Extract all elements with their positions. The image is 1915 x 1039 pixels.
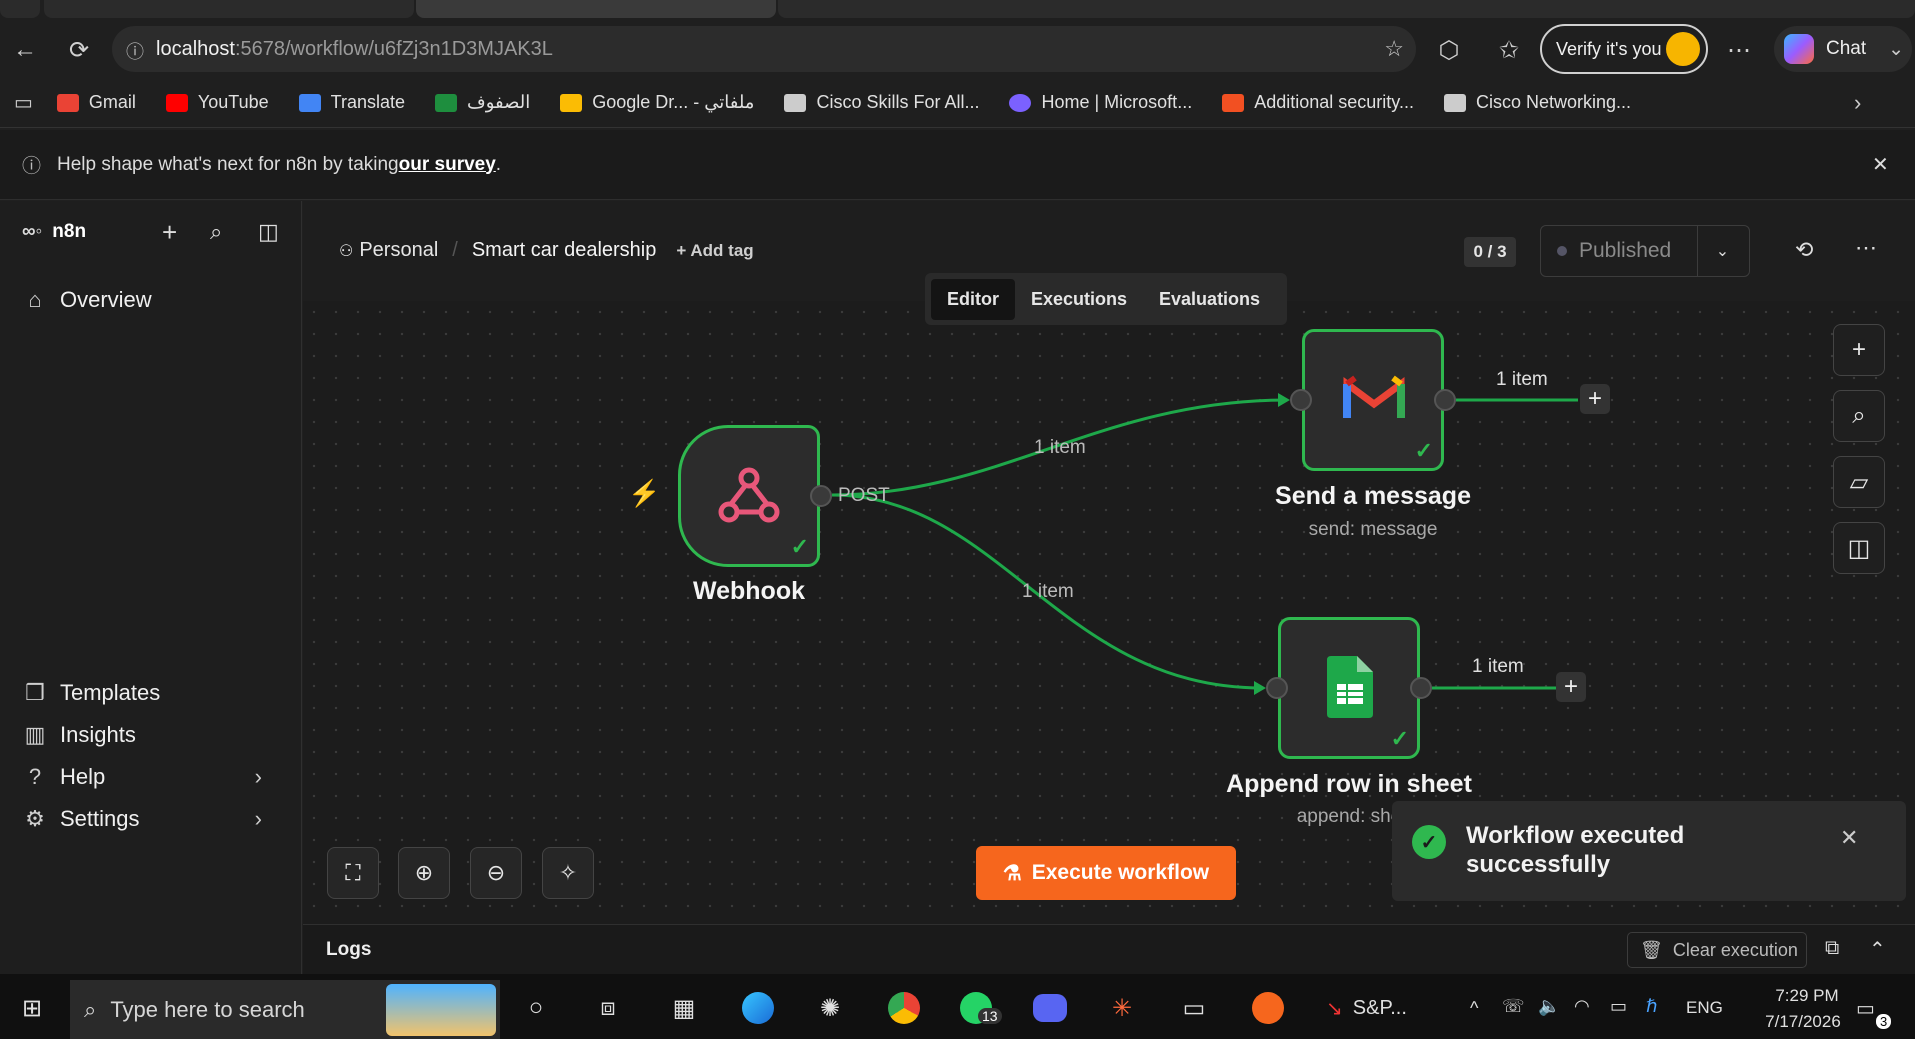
zoom-in-button[interactable]: ⊕ — [398, 847, 450, 899]
edge-icon[interactable] — [738, 988, 778, 1028]
clear-execution-button[interactable]: 🗑 Clear execution — [1627, 932, 1807, 968]
logs-panel[interactable]: Logs 🗑 Clear execution ⧉ ⌃ — [303, 924, 1915, 974]
zoom-in-icon: ⊕ — [414, 860, 434, 885]
zoom-out-button[interactable]: ⊖ — [470, 847, 522, 899]
taskbar-search[interactable]: ⌕ Type here to search — [70, 980, 500, 1039]
chrome-icon[interactable] — [884, 988, 924, 1028]
broom-icon: ✧ — [558, 860, 578, 885]
node-webhook[interactable]: ✓ — [678, 425, 820, 567]
output-handle[interactable] — [1434, 389, 1456, 411]
webhook-method-label: POST — [838, 485, 890, 506]
node-send-message[interactable]: ✓ — [1302, 329, 1444, 471]
notification-badge: 13 — [978, 1008, 1002, 1024]
wifi-icon[interactable]: ◠ — [1574, 996, 1590, 1017]
success-check-icon: ✓ — [1412, 825, 1446, 859]
output-handle[interactable] — [810, 485, 832, 507]
toast-message: Workflow executed successfully — [1466, 822, 1685, 878]
panel-toggle-button[interactable]: ◫ — [1833, 522, 1885, 574]
node-subtitle: send: message — [1308, 519, 1438, 540]
arrow-head — [1278, 393, 1290, 407]
terminal-icon[interactable]: ▭ — [1174, 988, 1214, 1028]
add-node-panel-button[interactable]: + — [1833, 324, 1885, 376]
trigger-bolt-icon: ⚡ — [628, 478, 661, 508]
output-handle[interactable] — [1410, 677, 1432, 699]
edge-label: 1 item — [1022, 581, 1074, 602]
node-title: Send a message — [1275, 482, 1471, 510]
clock-date[interactable]: 7/17/2026 — [1740, 1012, 1866, 1032]
search-placeholder: Type here to search — [110, 996, 305, 1022]
search-nodes-button[interactable]: ⌕ — [1833, 390, 1885, 442]
gmail-icon — [1343, 375, 1405, 418]
trash-icon: 🗑 — [1640, 939, 1663, 960]
task-view-icon[interactable]: ⧈ — [588, 988, 628, 1028]
stock-widget[interactable]: ↘ S&P... — [1326, 996, 1407, 1021]
fit-view-icon: ⛶ — [345, 860, 361, 885]
arrow-head — [1254, 681, 1266, 695]
tidy-up-button[interactable]: ✧ — [542, 847, 594, 899]
check-icon: ✓ — [1390, 726, 1409, 751]
edge-label: 1 item — [1034, 437, 1086, 458]
chatgpt-icon[interactable]: ✺ — [810, 988, 850, 1028]
claude-icon[interactable]: ✳ — [1102, 988, 1142, 1028]
pen-app-icon[interactable] — [1248, 988, 1288, 1028]
flask-icon: ⚗ — [1002, 861, 1022, 885]
cortana-icon[interactable]: ○ — [516, 988, 556, 1028]
search-icon: ⌕ — [84, 996, 97, 1022]
edge-label: 1 item — [1472, 656, 1524, 677]
execute-workflow-button[interactable]: ⚗ Execute workflow — [976, 846, 1236, 900]
input-handle[interactable] — [1290, 389, 1312, 411]
popout-icon[interactable]: ⧉ — [1825, 937, 1839, 960]
windows-start-icon[interactable]: ⊞ — [12, 988, 52, 1028]
webhook-icon — [718, 467, 780, 523]
clock-time[interactable]: 7:29 PM — [1752, 986, 1862, 1006]
whatsapp-icon[interactable]: 13 — [956, 988, 1002, 1028]
google-sheets-icon — [1327, 656, 1373, 718]
sidebar-panel-icon: ◫ — [1847, 534, 1871, 562]
add-node-button[interactable]: + — [1556, 672, 1586, 702]
store-icon[interactable]: ▦ — [664, 988, 704, 1028]
logs-title: Logs — [326, 939, 372, 960]
discord-icon[interactable] — [1030, 988, 1070, 1028]
chevron-up-icon[interactable]: ⌃ — [1869, 937, 1886, 962]
search-highlight-image — [386, 984, 496, 1036]
plus-icon: + — [1851, 336, 1866, 363]
edge-label: 1 item — [1496, 369, 1548, 390]
sticky-note-button[interactable]: ▱ — [1833, 456, 1885, 508]
input-handle[interactable] — [1266, 677, 1288, 699]
add-node-button[interactable]: + — [1580, 384, 1610, 414]
network-icon[interactable]: ☏ — [1502, 996, 1525, 1017]
trend-down-icon: ↘ — [1326, 998, 1343, 1020]
notification-badge: 3 — [1876, 1014, 1892, 1029]
success-toast: ✓ Workflow executed successfully ✕ — [1392, 801, 1906, 901]
volume-icon[interactable]: 🔈 — [1538, 996, 1560, 1017]
node-append-row[interactable]: ✓ — [1278, 617, 1420, 759]
zoom-out-icon: ⊖ — [486, 860, 506, 885]
note-icon: ▱ — [1849, 468, 1869, 496]
hp-icon[interactable]: ℏ — [1646, 996, 1657, 1017]
node-title: Webhook — [692, 577, 806, 605]
close-icon[interactable]: ✕ — [1840, 825, 1858, 851]
chevron-up-icon[interactable]: ^ — [1470, 998, 1478, 1019]
language-indicator[interactable]: ENG — [1686, 998, 1723, 1018]
notification-icon[interactable]: ▭ — [1856, 996, 1875, 1021]
battery-icon[interactable]: ▭ — [1610, 996, 1627, 1017]
fit-view-button[interactable]: ⛶ — [327, 847, 379, 899]
search-icon: ⌕ — [1852, 402, 1866, 429]
node-title: Append row in sheet — [1226, 770, 1472, 798]
check-icon: ✓ — [1414, 438, 1433, 463]
check-icon: ✓ — [790, 534, 809, 559]
